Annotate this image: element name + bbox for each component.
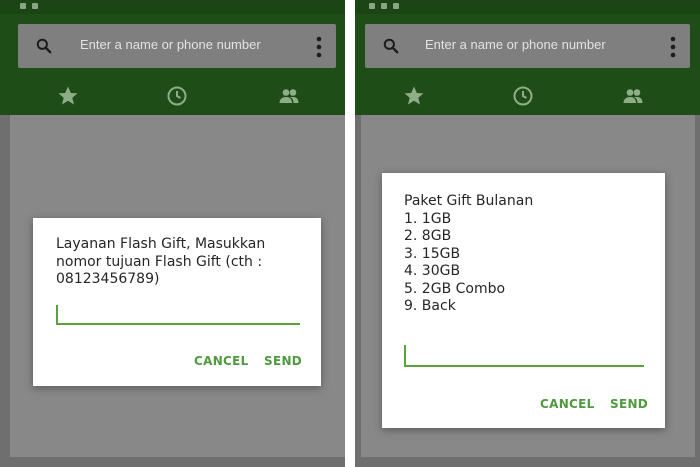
status-bar (0, 0, 345, 14)
status-icon (20, 3, 26, 9)
tab-favorites-star-icon[interactable] (401, 84, 427, 108)
text-cursor (56, 305, 58, 325)
menu-title: Paket Gift Bulanan (404, 193, 534, 209)
tab-contacts-people-icon[interactable] (276, 84, 302, 108)
tab-contacts-people-icon[interactable] (620, 84, 646, 108)
search-input[interactable]: Enter a name or phone number (80, 37, 261, 52)
tab-bar (355, 78, 700, 115)
dialog-message: Layanan Flash Gift, Masukkan nomor tujua… (56, 236, 266, 287)
dialog-message: Paket Gift Bulanan 1. 1GB 2. 8GB 3. 15GB… (404, 193, 654, 316)
status-bar (355, 0, 700, 14)
phone-screen-left: Enter a name or phone number Layanan Fla… (0, 0, 345, 467)
more-options-icon[interactable] (316, 36, 322, 58)
tab-recents-clock-icon[interactable] (164, 84, 190, 108)
search-bar[interactable]: Enter a name or phone number (18, 24, 336, 68)
ussd-reply-input[interactable] (56, 303, 300, 325)
cancel-button[interactable]: CANCEL (194, 354, 249, 368)
menu-option: 9. Back (404, 298, 456, 314)
search-icon[interactable] (34, 36, 54, 56)
ussd-menu-dialog: Paket Gift Bulanan 1. 1GB 2. 8GB 3. 15GB… (382, 173, 665, 428)
tab-recents-clock-icon[interactable] (510, 84, 536, 108)
menu-option: 5. 2GB Combo (404, 280, 506, 297)
phone-screen-right: Enter a name or phone number Paket Gift … (355, 0, 700, 467)
send-button[interactable]: SEND (610, 397, 648, 411)
app-bar: Enter a name or phone number (0, 0, 345, 115)
ussd-reply-input[interactable] (404, 343, 644, 367)
menu-option: 4. 30GB (404, 263, 461, 279)
status-icon (32, 3, 38, 9)
menu-option: 2. 8GB (404, 228, 452, 244)
send-button[interactable]: SEND (264, 354, 302, 368)
more-options-icon[interactable] (670, 36, 676, 58)
search-input[interactable]: Enter a name or phone number (425, 37, 606, 52)
status-icon (393, 3, 399, 9)
app-bar: Enter a name or phone number (355, 0, 700, 115)
menu-option: 3. 15GB (404, 245, 461, 262)
search-icon[interactable] (381, 36, 401, 56)
tab-bar (0, 78, 345, 115)
tab-favorites-star-icon[interactable] (55, 84, 81, 108)
status-icon (381, 3, 387, 9)
ussd-dialog: Layanan Flash Gift, Masukkan nomor tujua… (33, 218, 321, 386)
status-icon (369, 3, 375, 9)
menu-option: 1. 1GB (404, 210, 452, 227)
search-bar[interactable]: Enter a name or phone number (365, 24, 690, 68)
text-cursor (404, 345, 406, 365)
cancel-button[interactable]: CANCEL (540, 397, 595, 411)
